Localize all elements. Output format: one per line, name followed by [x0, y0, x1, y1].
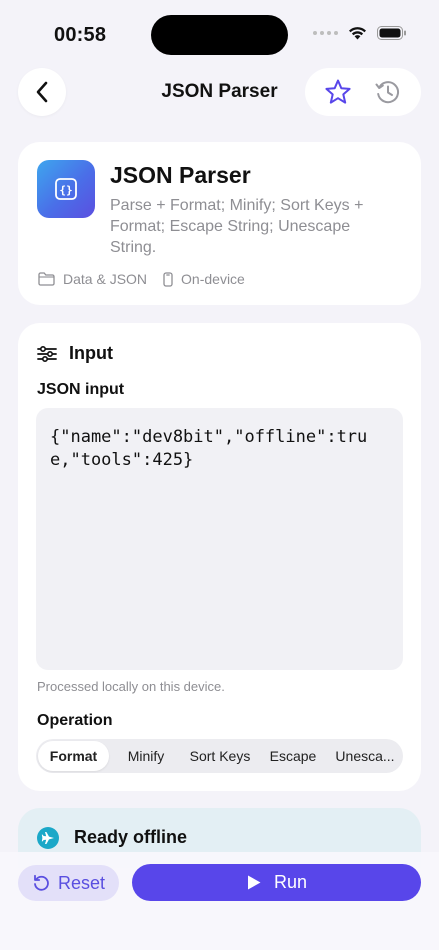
meta-category: Data & JSON [38, 271, 147, 287]
folder-icon [38, 272, 55, 286]
ready-offline-title: Ready offline [74, 827, 188, 847]
operation-escape[interactable]: Escape [257, 741, 329, 771]
status-icons [313, 26, 407, 40]
status-bar: 00:58 [0, 0, 439, 64]
nav-actions [305, 68, 421, 116]
svg-text:{}: {} [59, 184, 72, 197]
meta-category-label: Data & JSON [63, 271, 148, 287]
operation-minify[interactable]: Minify [109, 741, 183, 771]
operation-segmented-control: Format Minify Sort Keys Escape Unesca... [36, 739, 403, 773]
status-time: 00:58 [54, 24, 107, 46]
operation-format[interactable]: Format [38, 741, 109, 771]
processing-hint: Processed locally on this device. [37, 679, 225, 694]
wifi-icon [349, 27, 366, 40]
bottom-action-bar: Reset Run [0, 852, 439, 950]
run-button[interactable]: Run [132, 864, 421, 901]
braces-icon: {} [55, 178, 77, 200]
phone-icon [163, 271, 173, 287]
json-input-label: JSON input [37, 381, 125, 398]
tool-description: Parse + Format; Minify; Sort Keys + Form… [110, 197, 364, 256]
play-icon [247, 875, 261, 890]
cellular-signal-icon [313, 31, 338, 35]
reset-label: Reset [57, 872, 106, 893]
tool-meta: Data & JSON On-device [38, 271, 261, 287]
tool-info-card: {} JSON Parser Parse + Format; Minify; S… [18, 142, 421, 305]
json-tool-icon: {} [37, 160, 95, 218]
dynamic-island [151, 15, 288, 55]
airplane-icon [37, 827, 59, 849]
battery-icon [377, 26, 406, 40]
operation-sort-keys[interactable]: Sort Keys [183, 741, 257, 771]
meta-mode: On-device [163, 271, 245, 287]
reset-icon [34, 874, 49, 891]
run-label: Run [273, 872, 308, 892]
json-input-textarea[interactable]: {"name":"dev8bit","offline":true,"tools"… [36, 408, 403, 670]
tool-name: JSON Parser [110, 162, 251, 188]
operation-unescape[interactable]: Unesca... [329, 741, 401, 771]
reset-button[interactable]: Reset [18, 865, 119, 901]
input-card: Input JSON input {"name":"dev8bit","offl… [18, 323, 421, 791]
input-section-header: Input [37, 343, 113, 364]
favorite-star-icon[interactable] [324, 78, 352, 106]
sliders-icon [37, 345, 57, 362]
meta-mode-label: On-device [181, 271, 245, 287]
operation-label: Operation [37, 712, 113, 729]
history-icon[interactable] [374, 78, 402, 106]
input-section-title: Input [69, 343, 113, 363]
